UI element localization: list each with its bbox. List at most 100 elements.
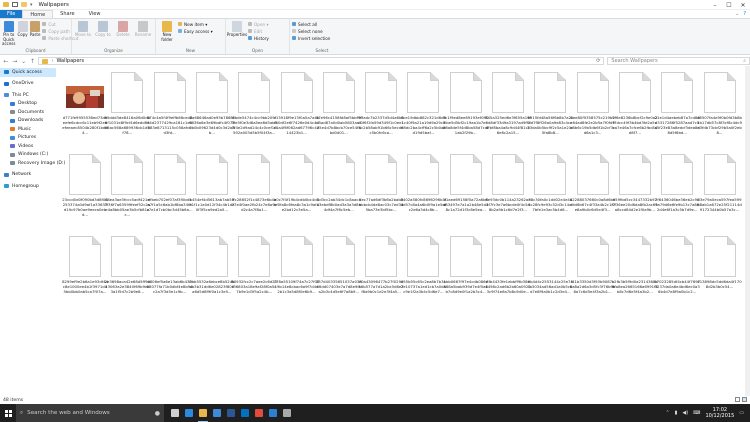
select-all-button[interactable]: Select all bbox=[292, 21, 330, 27]
nav-item-pictures[interactable]: Pictures bbox=[0, 134, 56, 143]
file-item[interactable]: 6e93dc0b114a23262ae3f7fc3e7a6bcde0f4c5a8… bbox=[485, 152, 531, 219]
file-item[interactable]: d1aed69158f5a72a6b8a83497e7a1a2b48e5d48c… bbox=[443, 152, 489, 219]
keyboard-icon[interactable]: ⌨ bbox=[693, 410, 700, 416]
taskbar-app[interactable] bbox=[168, 404, 182, 422]
file-item[interactable]: 65ddd3de8416a06d0ddaf1031e8f9cf4d6edd690… bbox=[104, 70, 150, 137]
file-item[interactable]: d771fe9955538ed73deeefe6cdcc6c11eb9f2e6e… bbox=[62, 70, 108, 137]
address-bar[interactable]: › Wallpapers ⟳ bbox=[38, 57, 605, 65]
dropdown-icon[interactable]: ▾ bbox=[30, 2, 33, 8]
expand-ribbon-icon[interactable]: ⌄ bbox=[735, 11, 739, 17]
file-item[interactable]: 93adc7b2337d5d4a6b5c0f6f1fa59d349f1c0ee1… bbox=[358, 70, 404, 137]
file-item[interactable]: 9f6e8236b8bcf2c9e0a2f7dcc49f3b4bd3fe2a5d… bbox=[612, 70, 658, 137]
file-item[interactable]: 6fb4433fe1ebbff9b38e4498c2ad6b2b60a09223… bbox=[485, 234, 531, 301]
file-item[interactable]: 38c30fa0c1dd02e4e4b3c28fc9e93c52d3c14cf7… bbox=[527, 152, 573, 219]
taskbar-app[interactable] bbox=[252, 404, 266, 422]
nav-item-downloads[interactable]: Downloads bbox=[0, 117, 56, 126]
file-item[interactable]: 23ccd0d0f090bd3d8f08253374a0d9af1a33637d… bbox=[62, 152, 108, 219]
file-item[interactable]: ffc28652f1c4873e6b4b77e4f0ae2fb24c7e8a9c… bbox=[231, 152, 277, 219]
file-item[interactable]: 0b4d4c2553144c25e74fa3034ad56ad1a0b5c6d7… bbox=[527, 234, 573, 301]
file-item[interactable]: c13918f9e13f0a5a7a4bf40df2e6f7426e0d4c4d… bbox=[274, 70, 320, 137]
taskbar-app[interactable] bbox=[224, 404, 238, 422]
taskbar-app[interactable] bbox=[238, 404, 252, 422]
taskbar-app[interactable] bbox=[182, 404, 196, 422]
nav-item-music[interactable]: Music bbox=[0, 125, 56, 134]
edit-button[interactable]: Edit bbox=[248, 28, 269, 34]
file-item[interactable]: 345a325ed6e3f655a19f5d8df33d9a3197ad9ff2… bbox=[485, 70, 531, 137]
taskbar-app[interactable] bbox=[280, 404, 294, 422]
taskbar-app[interactable] bbox=[210, 404, 224, 422]
nav-item-documents[interactable]: Documents bbox=[0, 108, 56, 117]
network-tray-icon[interactable]: ▮ bbox=[675, 410, 678, 416]
nav-item-homegroup[interactable]: Homegroup bbox=[0, 182, 56, 191]
maximize-icon[interactable]: ☐ bbox=[722, 0, 736, 10]
nav-item-recovery-image-d[interactable]: Recovery Image (D:) bbox=[0, 159, 65, 168]
easy-access-button[interactable]: Easy access ▾ bbox=[178, 28, 213, 34]
tab-view[interactable]: View bbox=[82, 10, 108, 18]
tray-chevron-icon[interactable]: ⌃ bbox=[665, 410, 669, 416]
file-item[interactable]: dfbeb702ef07af3f0bd5a7f1a5c6ab1bf8ba34f9… bbox=[147, 152, 193, 219]
file-item[interactable]: 33e79a0eca597fea59968ab1a672e25f21114d91… bbox=[697, 152, 743, 219]
nav-item-this-pc[interactable]: This PC bbox=[0, 91, 56, 100]
volume-icon[interactable]: ◀) bbox=[682, 410, 688, 416]
file-item[interactable]: 6915fd48a56f6b8b7a2cdd7f8ff26a0a9e83c4ce… bbox=[527, 70, 573, 137]
file-item[interactable]: 60932fcc2c7aee2c6d20f36803a18e9af28f0a5c… bbox=[231, 234, 277, 301]
file-item[interactable]: 6ce19dbb882c321d6d31c40f9a21a19d9a29c8e8… bbox=[400, 70, 446, 137]
close-icon[interactable]: ✕ bbox=[736, 0, 750, 10]
file-item[interactable]: 4d3cc2ab34dc1c8aac4a3ebdf8b0ad3a3a3d8a4d… bbox=[316, 152, 362, 219]
breadcrumb-current[interactable]: Wallpapers bbox=[56, 58, 84, 64]
file-item[interactable]: f41b3350d3f93b9087bba8a2d6a3d5fc3f76b9b8… bbox=[570, 234, 616, 301]
invert-selection-button[interactable]: Invert selection bbox=[292, 35, 330, 41]
open-button[interactable]: Open ▾ bbox=[248, 21, 269, 27]
file-item[interactable]: 42288037660c0a8d6b0cdd6b67c4f33a4b2c1f7e… bbox=[570, 152, 616, 219]
large-icons-view-icon[interactable] bbox=[742, 397, 747, 402]
file-item[interactable]: 9c1f9ed8ee69193ef0ff05be5d5bf2c19aa1b7ec… bbox=[443, 70, 489, 137]
file-item[interactable]: c2fb3b5f9d0a2314368e6fa8ea2665166a6991f5… bbox=[612, 234, 658, 301]
file-item[interactable]: a6507fa4e9f0b0fd3b8b1b17db57c8f3cf8c4dc9… bbox=[697, 70, 743, 137]
microphone-icon[interactable]: ● bbox=[155, 410, 160, 417]
file-item[interactable]: 8402a580fc8696296b3f4d57c8a4a6b0f9a1e5df… bbox=[400, 152, 446, 219]
forward-icon[interactable]: → bbox=[12, 58, 18, 65]
file-item[interactable]: 21e1d4aebeb87a7cd86c3317286f5287aad7c0a5… bbox=[654, 70, 700, 137]
tab-share[interactable]: Share bbox=[53, 10, 81, 18]
back-icon[interactable]: ← bbox=[3, 58, 9, 65]
action-center-icon[interactable]: ▭ bbox=[739, 410, 744, 416]
file-item[interactable]: 778a55109f74a7c27f0319b14e8cbac6a9f7d4e2… bbox=[274, 234, 320, 301]
file-item[interactable]: 6bde5474c4cc9bb209f3fe5f0e3d8a5ee6d5ab97… bbox=[231, 70, 277, 137]
taskbar-search[interactable]: ⌕ Search the web and Windows ● bbox=[16, 404, 164, 422]
details-view-icon[interactable] bbox=[735, 397, 740, 402]
history-button[interactable]: History bbox=[248, 35, 269, 41]
file-item[interactable]: 337d40335651037a03366dd07403e7a7d8e9f1a2… bbox=[316, 234, 362, 301]
taskbar-app[interactable] bbox=[266, 404, 280, 422]
file-item[interactable]: 2e3698aca42e68d5ff9b13063a2e3840f69b9ec3… bbox=[104, 234, 150, 301]
nav-item-windows-c[interactable]: Windows (C:) bbox=[0, 151, 56, 160]
minimize-icon[interactable]: – bbox=[708, 0, 722, 10]
file-item[interactable]: a0c7f4f19b4cdb0bc4d5bf0fa8c6fea8c3a1c9af… bbox=[274, 152, 320, 219]
nav-item-network[interactable]: Network bbox=[0, 171, 56, 180]
file-item[interactable]: 2f6436046be36eb2c9b9a79d6e6fe9b13c7a8b2d… bbox=[654, 152, 700, 219]
file-item[interactable]: a454ef4d5613ab7ab53a1f1c1a0d12f34c4b1da0… bbox=[189, 152, 235, 219]
file-item[interactable]: 8ee80f9358575c219b2c64ad8fe2e2b5a7f0fd9e… bbox=[570, 70, 616, 137]
recent-locations-icon[interactable]: ⌄ bbox=[21, 58, 27, 65]
taskbar-app[interactable] bbox=[196, 404, 210, 422]
up-icon[interactable]: ↑ bbox=[30, 58, 36, 65]
file-item[interactable]: e59fbd5cc3447332b970f36ee20d6da8fb2ac65a… bbox=[612, 152, 658, 219]
file-item[interactable]: 47023285df4cb44f76973237da0a6e4bd6ec0a36… bbox=[654, 234, 700, 301]
nav-item-videos[interactable]: Videos bbox=[0, 142, 56, 151]
file-item[interactable]: 2a68646ad0e95b7868f9636a8e3e69bdfc4f073d… bbox=[189, 70, 235, 137]
file-item[interactable]: d806ef5a6e13ab6b43888077fa71b0dbf4e8b94c… bbox=[147, 234, 193, 301]
select-none-button[interactable]: Select none bbox=[292, 28, 330, 34]
new-item-button[interactable]: New item ▾ bbox=[178, 21, 213, 27]
search-box[interactable]: Search Wallpapers ⌕ bbox=[607, 57, 750, 65]
file-item[interactable]: 8299ef9e2b6a1e93df4dc8e1000ee4b1f3971dd5… bbox=[62, 234, 108, 301]
new-folder-icon[interactable] bbox=[21, 2, 27, 7]
file-item[interactable]: dec77ad6df3b6a2bab0bbbcb4de8ac03c7ed3d5b… bbox=[358, 152, 404, 219]
refresh-icon[interactable]: ⟳ bbox=[596, 58, 603, 64]
file-item[interactable]: a55b55c65c2ea8b7b3a2e10737a1ed1cb7a0d8c9… bbox=[400, 234, 446, 301]
file-item[interactable]: 413898dc5dd6da4f1708d2b3b0c54... bbox=[697, 234, 743, 301]
file-item[interactable]: 07e96c4158fd8af5bbf9fd5ad87a0d0ab5803aa5… bbox=[316, 70, 362, 137]
tab-home[interactable]: Home bbox=[22, 10, 54, 18]
file-item[interactable]: 874c4a5f4f9effb66ced6a4d2377429ca181c1e4… bbox=[147, 70, 193, 137]
tab-file[interactable]: File bbox=[0, 10, 23, 18]
start-button[interactable] bbox=[0, 404, 16, 422]
file-item[interactable]: 0bb5532a6ebce8b524bcb3b31dd6e02823f80da6… bbox=[189, 234, 235, 301]
